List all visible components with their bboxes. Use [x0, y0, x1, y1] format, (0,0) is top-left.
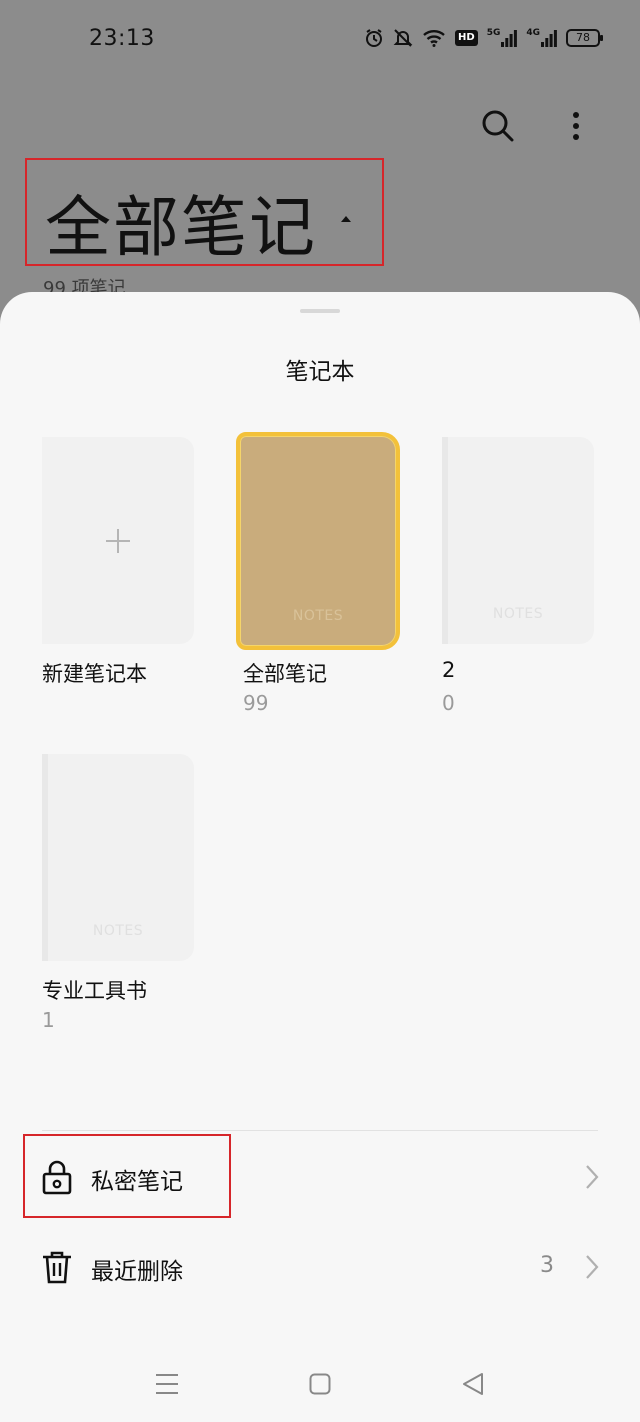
notebook-new[interactable]: 新建笔记本	[42, 437, 194, 727]
divider	[42, 1130, 598, 1131]
notebook-count: 0	[442, 691, 455, 715]
mute-bell-icon	[393, 29, 413, 47]
notebook-name: 全部笔记	[243, 662, 327, 686]
recently-deleted-row[interactable]: 最近删除 3	[0, 1225, 640, 1309]
notebook-cover-selected: NOTES	[236, 432, 400, 650]
back-button[interactable]	[455, 1366, 491, 1402]
notebook-name: 2	[442, 658, 456, 682]
hd-badge: HD	[455, 30, 478, 46]
chevron-right-icon	[586, 1255, 599, 1279]
back-triangle-icon	[463, 1373, 483, 1395]
private-notes-label: 私密笔记	[91, 1169, 183, 1195]
more-vertical-icon	[573, 112, 579, 140]
cover-notes-label: NOTES	[292, 608, 344, 624]
more-button[interactable]	[558, 108, 594, 144]
cover-notes-label: NOTES	[492, 606, 544, 622]
status-time: 23:13	[89, 26, 155, 51]
status-bar: 23:13 HD 5G 4G 78	[0, 0, 640, 80]
plus-icon	[42, 437, 194, 644]
home-button[interactable]	[302, 1366, 338, 1402]
search-button[interactable]	[480, 108, 516, 144]
cover-notes-label: NOTES	[92, 923, 144, 939]
battery-indicator: 78	[566, 29, 603, 47]
trash-icon	[43, 1251, 71, 1284]
status-icons: HD 5G 4G 78	[364, 28, 603, 48]
notebook-cover	[42, 437, 194, 644]
recently-deleted-label: 最近删除	[91, 1259, 183, 1285]
signal-bars-icon	[541, 30, 557, 47]
signal-bars-icon	[501, 30, 518, 47]
alarm-icon	[366, 29, 383, 47]
header-title-dropdown[interactable]: 全部笔记	[25, 158, 384, 266]
notebook-name: 专业工具书	[42, 979, 147, 1003]
menu-button[interactable]	[149, 1366, 185, 1402]
notebook-count: 99	[243, 691, 269, 715]
page-title: 全部笔记	[45, 189, 317, 266]
sheet-title: 笔记本	[285, 359, 355, 385]
search-icon	[482, 110, 514, 142]
label-4g: 4G	[526, 28, 540, 38]
lock-icon	[42, 1160, 72, 1195]
notebook-2[interactable]: NOTES 2 0	[442, 437, 594, 727]
label-5g: 5G	[486, 28, 501, 38]
chevron-right-icon	[586, 1165, 599, 1189]
notebook-cover: NOTES	[42, 754, 194, 961]
sheet-handle[interactable]	[300, 309, 340, 313]
home-square-icon	[309, 1373, 331, 1395]
recently-deleted-count: 3	[540, 1253, 554, 1278]
notebook-all-notes[interactable]: NOTES 全部笔记 99	[236, 432, 400, 727]
signal-5g: 5G	[487, 29, 518, 47]
notebook-sheet: 笔记本 新建笔记本 NOTES 全部笔记 99 NOTES 2 0 NOTES …	[0, 292, 640, 1422]
private-notes-row[interactable]: 私密笔记	[0, 1135, 640, 1219]
top-actions	[480, 108, 594, 144]
wifi-icon	[423, 30, 445, 47]
notebook-name: 新建笔记本	[42, 662, 147, 686]
menu-icon	[156, 1374, 178, 1394]
caret-up-icon	[341, 216, 351, 222]
system-nav-bar	[0, 1352, 640, 1416]
notebook-count: 1	[42, 1008, 55, 1032]
notebook-cover: NOTES	[442, 437, 594, 644]
notebook-professional-tools[interactable]: NOTES 专业工具书 1	[42, 754, 194, 1044]
signal-4g: 4G	[526, 29, 557, 47]
